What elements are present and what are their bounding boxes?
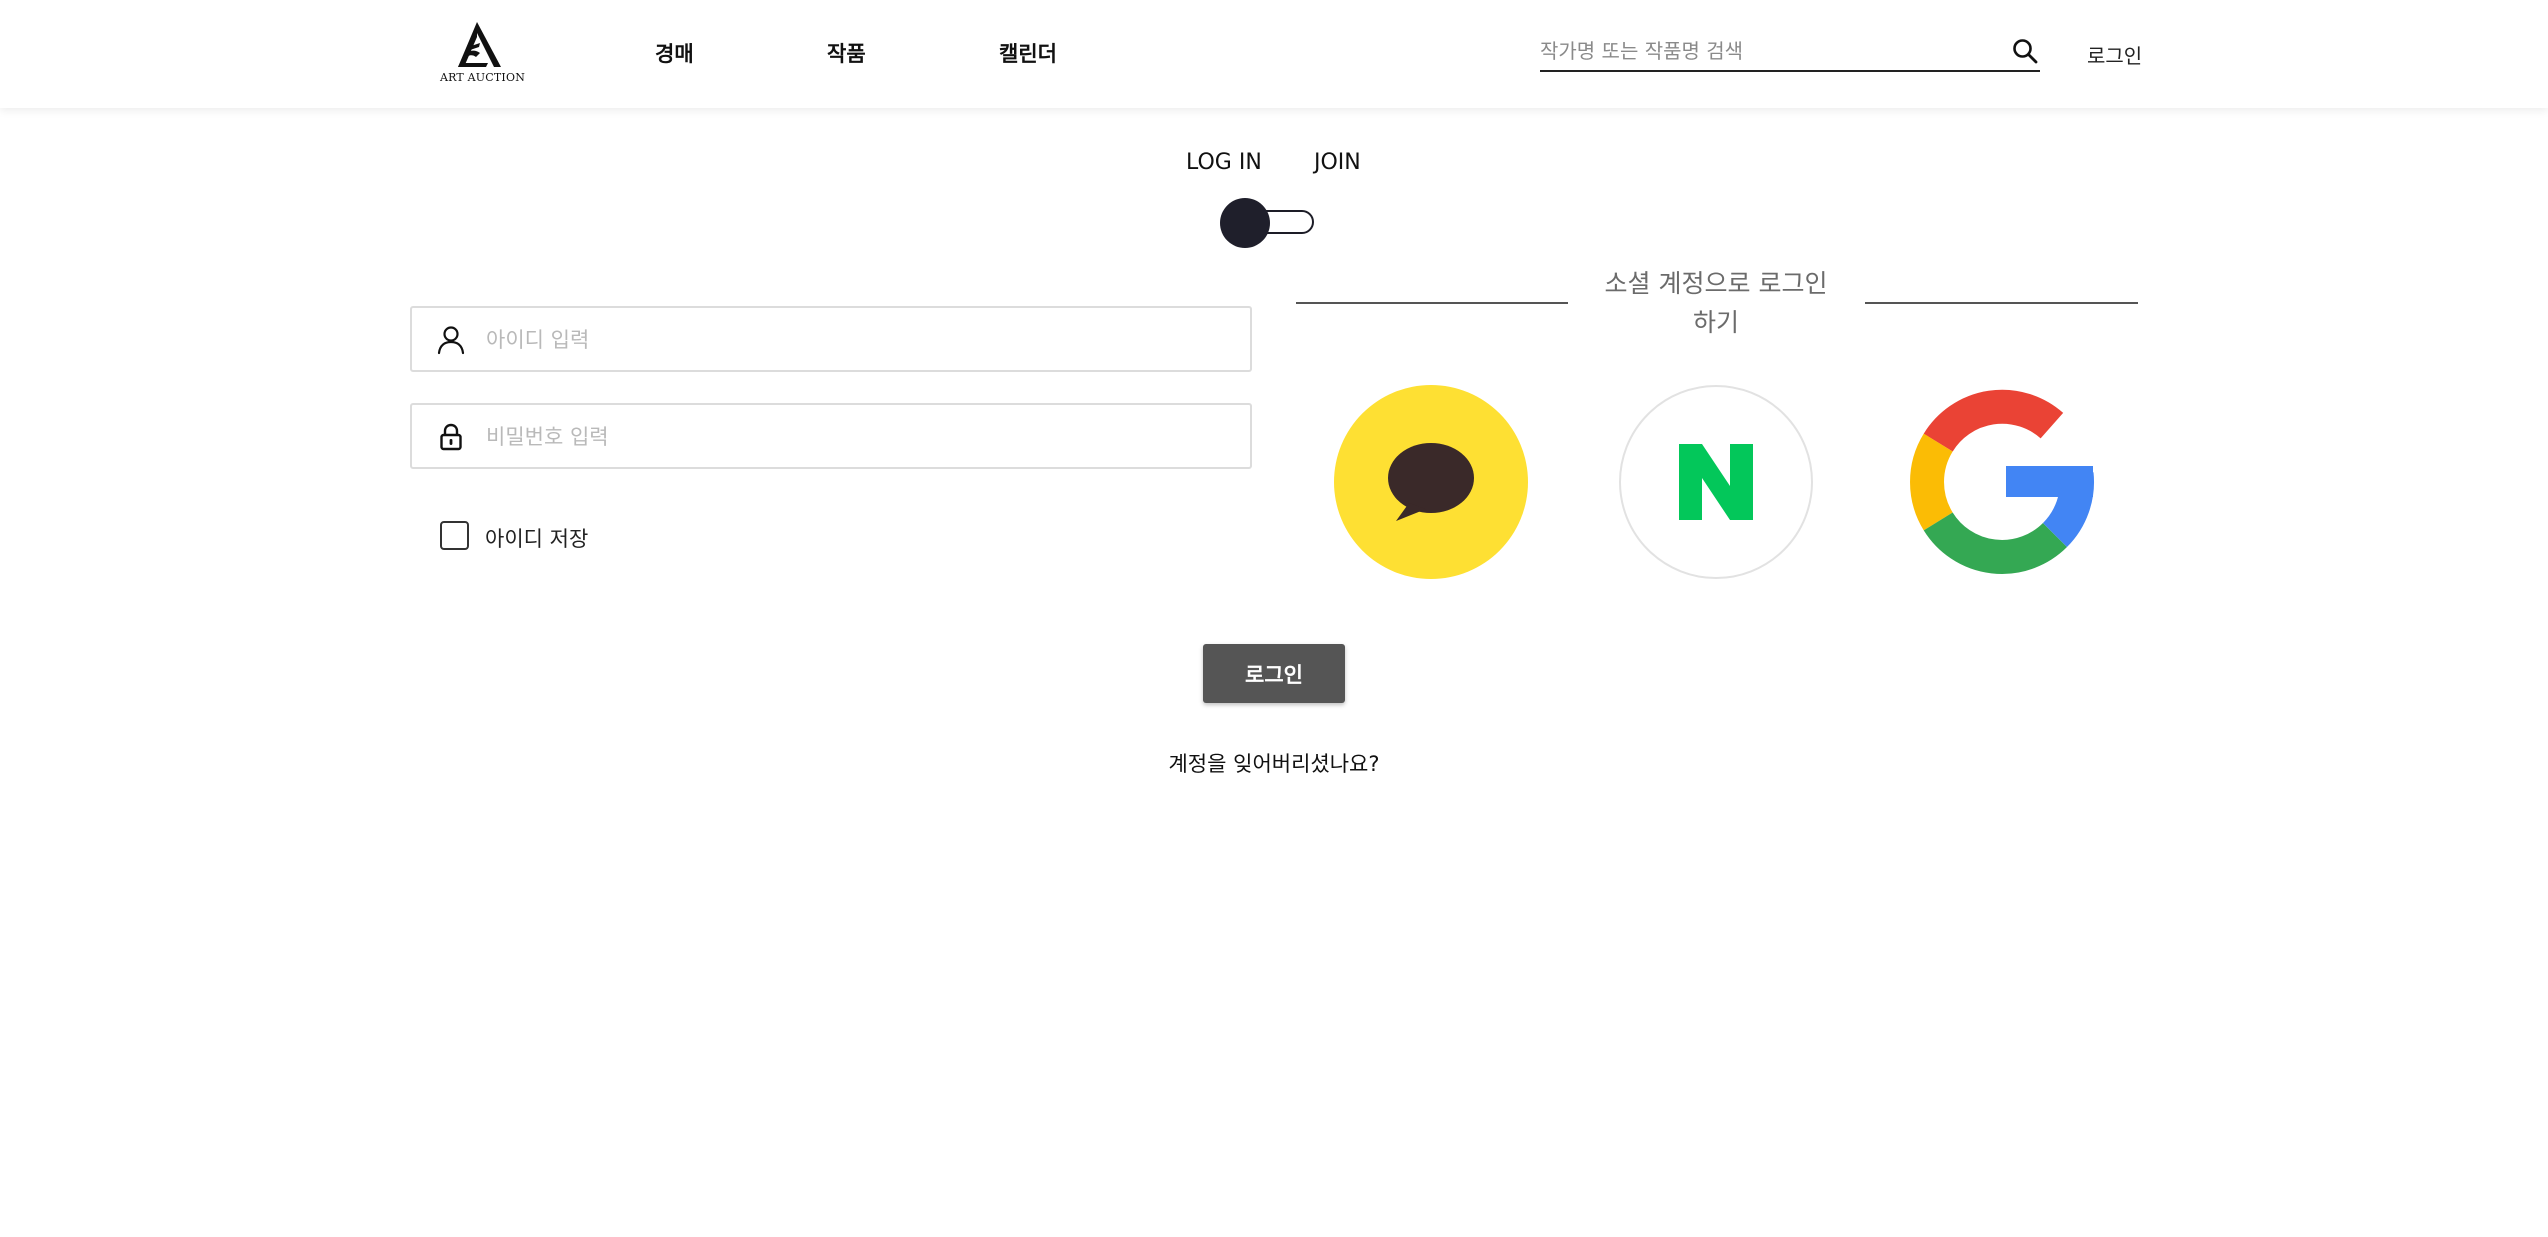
id-input[interactable] (486, 318, 1226, 362)
nav-artworks[interactable]: 작품 (827, 38, 866, 68)
google-login-button[interactable] (1905, 385, 2099, 579)
search-input[interactable] (1540, 32, 1990, 70)
social-divider-left (1296, 302, 1568, 304)
search-icon[interactable] (2012, 38, 2038, 64)
search-bar (1540, 32, 2040, 72)
logo-text: ART AUCTION (440, 71, 526, 84)
user-icon (437, 326, 465, 355)
tab-login[interactable]: LOG IN (1186, 150, 1262, 175)
google-icon (1910, 389, 2095, 574)
art-auction-logo[interactable]: ART AUCTION (440, 20, 526, 90)
remember-id-label: 아이디 저장 (485, 527, 589, 551)
social-divider-right (1865, 302, 2138, 304)
kakao-icon (1388, 443, 1474, 521)
forgot-account-link[interactable]: 계정을 잊어버리셨나요? (1074, 748, 1474, 778)
nav-auction[interactable]: 경매 (655, 38, 694, 68)
toggle-knob[interactable] (1220, 198, 1270, 248)
naver-icon (1679, 444, 1753, 520)
social-login-title: 소셜 계정으로 로그인하기 (1604, 269, 1828, 337)
login-button[interactable]: 로그인 (1203, 644, 1345, 703)
password-field (410, 403, 1252, 469)
login-join-toggle[interactable] (1220, 198, 1316, 248)
lock-icon (440, 423, 462, 451)
top-header: ART AUCTION 경매 작품 캘린더 로그인 (0, 0, 2548, 108)
header-login-link[interactable]: 로그인 (2087, 40, 2142, 69)
nav-calendar[interactable]: 캘린더 (999, 38, 1057, 68)
naver-login-button[interactable] (1619, 385, 1813, 579)
tab-join[interactable]: JOIN (1314, 150, 1361, 175)
id-field (410, 306, 1252, 372)
kakao-login-button[interactable] (1334, 385, 1528, 579)
remember-id-checkbox[interactable] (440, 521, 469, 550)
logo-mark-icon (458, 22, 501, 67)
password-input[interactable] (486, 415, 1226, 459)
